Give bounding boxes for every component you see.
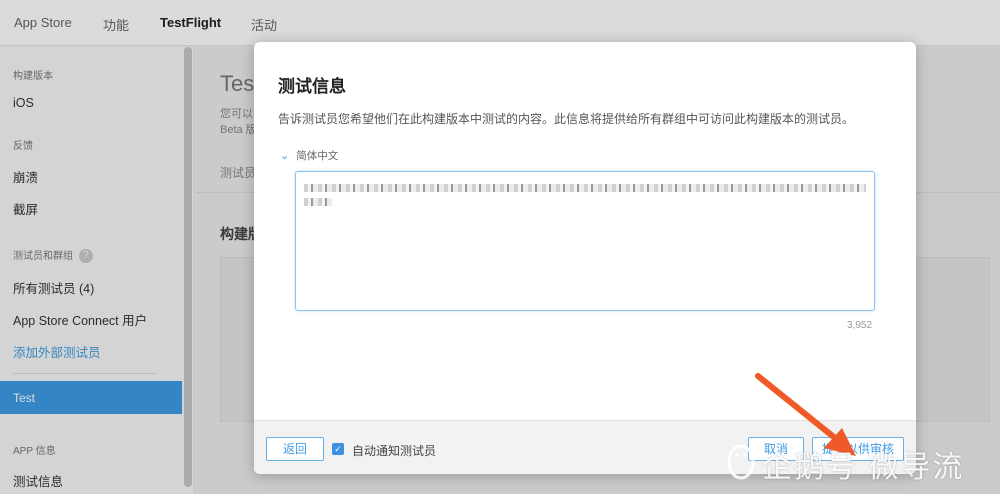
back-button[interactable]: 返回 <box>266 437 324 461</box>
blurred-text-line <box>304 198 332 206</box>
test-notes-textarea[interactable] <box>295 171 875 311</box>
chevron-down-icon: ⌄ <box>280 150 290 162</box>
character-count: 3,952 <box>847 320 873 331</box>
auto-notify-checkbox[interactable]: ✓ <box>332 443 344 455</box>
modal-title: 测试信息 <box>278 77 346 96</box>
language-toggle[interactable]: ⌄ 简体中文 <box>280 148 338 163</box>
watermark: 企鹅号 微导流 <box>722 438 992 486</box>
penguin-logo-icon <box>727 444 755 480</box>
blurred-text-line <box>304 184 866 192</box>
language-label: 简体中文 <box>296 150 339 162</box>
auto-notify-label: 自动通知测试员 <box>352 444 437 458</box>
watermark-text: 企鹅号 微导流 <box>762 451 965 484</box>
modal-description: 告诉测试员您希望他们在此构建版本中测试的内容。此信息将提供给所有群组中可访问此构… <box>278 112 855 126</box>
